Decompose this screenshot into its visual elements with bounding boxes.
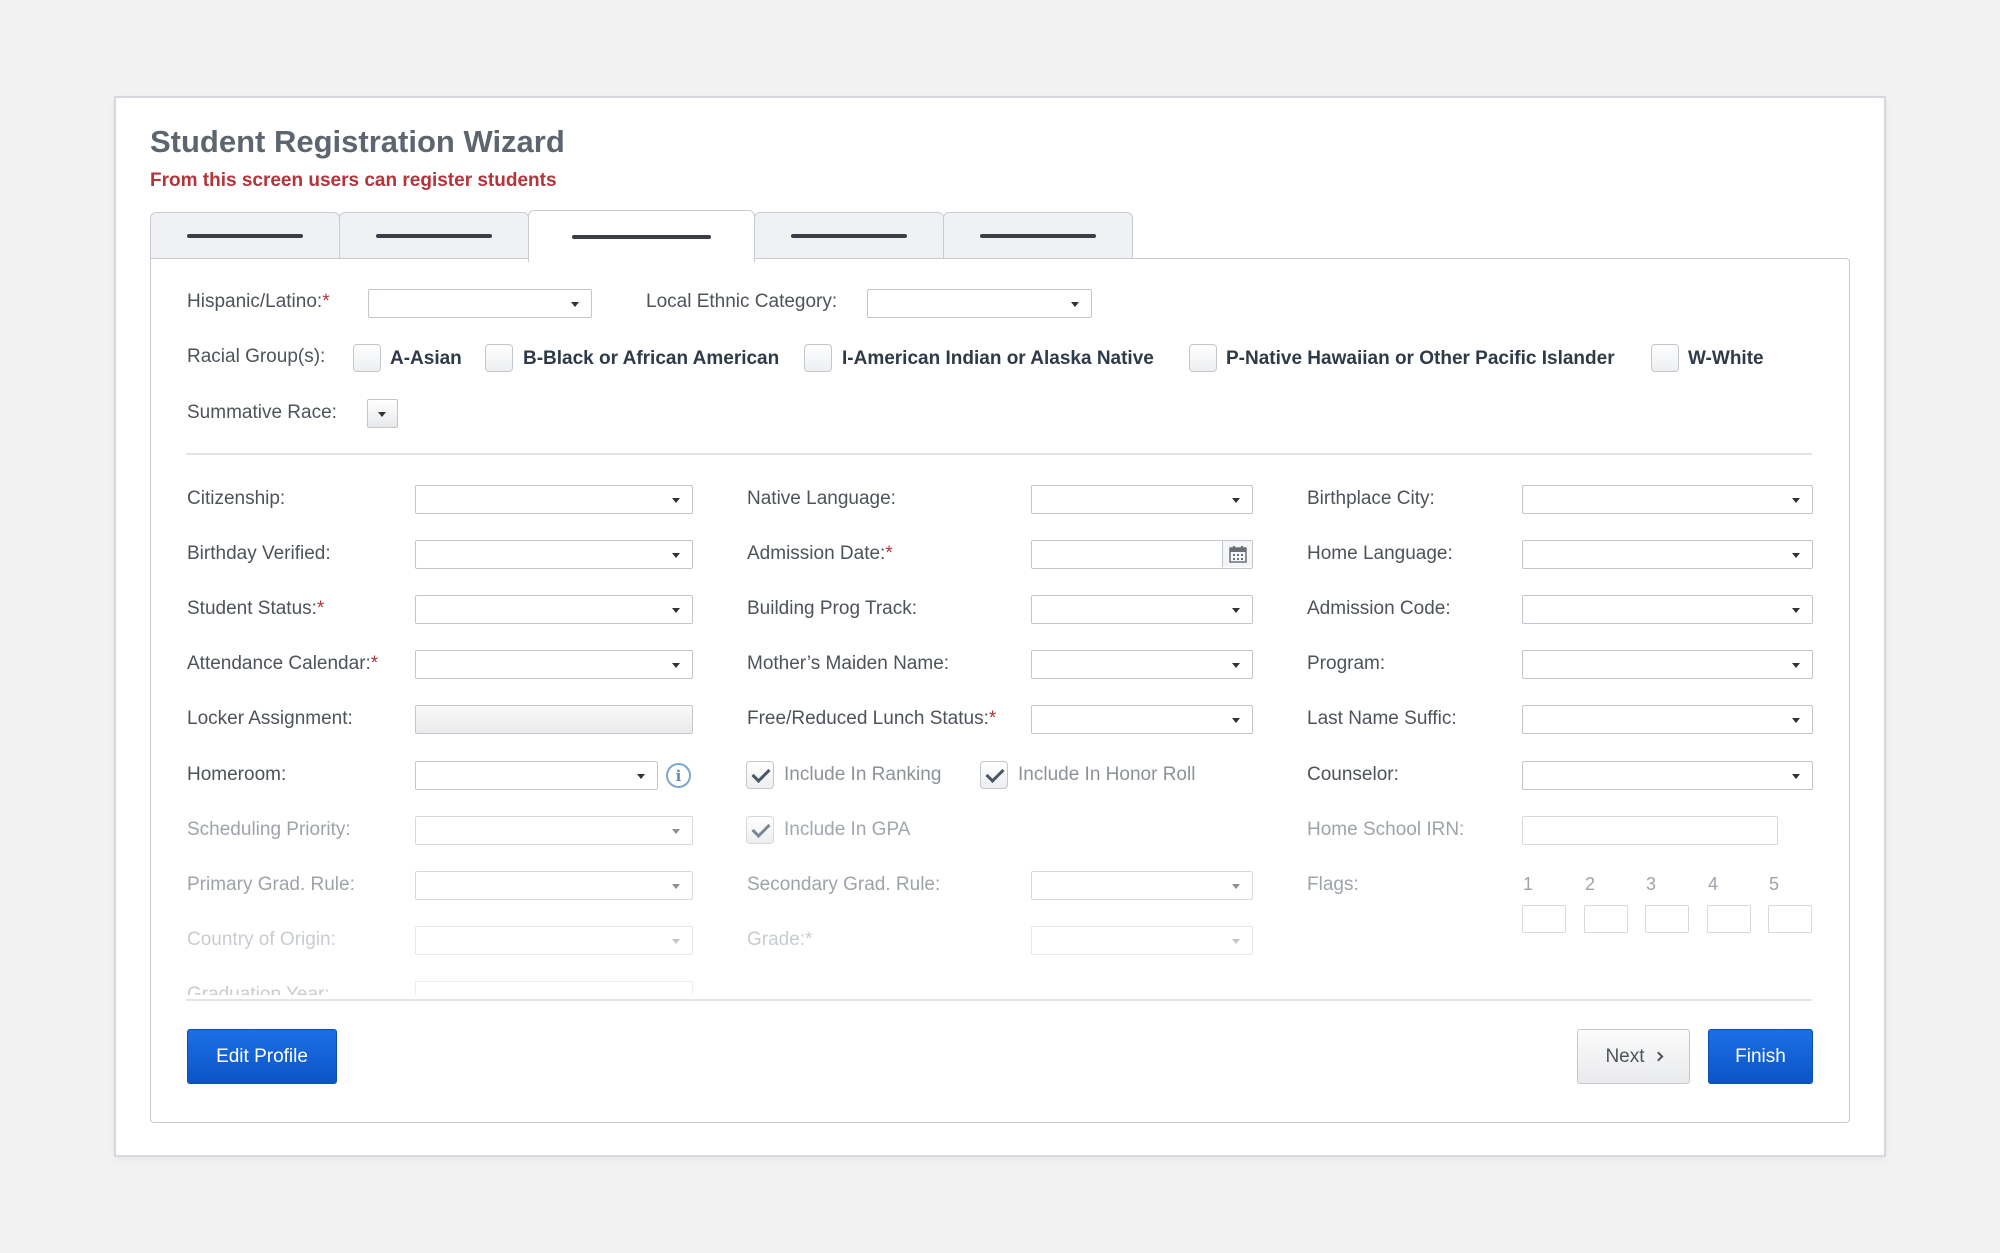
free-reduced-lunch-label: Free/Reduced Lunch Status:* [747,708,997,729]
racial-white-checkbox[interactable] [1651,344,1679,372]
admission-code-label: Admission Code: [1307,598,1451,619]
racial-asian-label: A-Asian [390,348,462,369]
home-language-select[interactable] [1522,540,1813,569]
admission-date-label: Admission Date:* [747,543,893,564]
include-in-ranking-label: Include In Ranking [784,764,942,785]
scheduling-priority-select[interactable] [415,816,693,845]
edit-profile-button[interactable]: Edit Profile [187,1029,337,1084]
flag-3-input[interactable] [1645,905,1689,933]
primary-grad-rule-label: Primary Grad. Rule: [187,874,355,895]
footer-divider [186,999,1812,1001]
flag-2-number: 2 [1585,874,1596,894]
secondary-grad-rule-select[interactable] [1031,871,1253,900]
racial-american-indian-label: I-American Indian or Alaska Native [842,348,1154,369]
racial-asian-checkbox[interactable] [353,344,381,372]
admission-code-select[interactable] [1522,595,1813,624]
last-name-suffic-label: Last Name Suffic: [1307,708,1457,729]
counselor-select[interactable] [1522,761,1813,790]
include-in-honor-roll-checkbox[interactable] [980,761,1008,789]
include-in-gpa-checkbox[interactable] [746,816,774,844]
student-status-select[interactable] [415,595,693,624]
hispanic-latino-label: Hispanic/Latino:* [187,291,330,312]
locker-assignment-field[interactable] [415,705,693,734]
grade-select[interactable] [1031,926,1253,955]
mothers-maiden-name-label: Mother’s Maiden Name: [747,653,950,674]
primary-grad-rule-select[interactable] [415,871,693,900]
last-name-suffic-select[interactable] [1522,705,1813,734]
include-in-gpa-label: Include In GPA [784,819,911,840]
racial-pacific-islander-checkbox[interactable] [1189,344,1217,372]
racial-white-label: W-White [1688,348,1764,369]
summative-race-label: Summative Race: [187,402,337,423]
racial-pacific-islander-label: P-Native Hawaiian or Other Pacific Islan… [1226,348,1615,369]
include-in-ranking-checkbox[interactable] [746,761,774,789]
program-select[interactable] [1522,650,1813,679]
flag-1-number: 1 [1523,874,1534,894]
birthday-verified-label: Birthday Verified: [187,543,331,564]
next-button-label: Next [1605,1045,1645,1067]
finish-button[interactable]: Finish [1708,1029,1813,1084]
free-reduced-lunch-select[interactable] [1031,705,1253,734]
homeroom-label: Homeroom: [187,764,287,785]
country-of-origin-label: Country of Origin: [187,929,336,950]
citizenship-select[interactable] [415,485,693,514]
attendance-calendar-select[interactable] [415,650,693,679]
include-in-honor-roll-label: Include In Honor Roll [1018,764,1196,785]
flag-5-input[interactable] [1768,905,1812,933]
mothers-maiden-name-select[interactable] [1031,650,1253,679]
birthplace-city-label: Birthplace City: [1307,488,1435,509]
racial-black-checkbox[interactable] [485,344,513,372]
scheduling-priority-label: Scheduling Priority: [187,819,351,840]
next-button[interactable]: Next [1577,1029,1690,1084]
flags-label: Flags: [1307,874,1359,895]
info-icon[interactable]: i [666,763,691,788]
racial-groups-label: Racial Group(s): [187,346,326,367]
birthplace-city-select[interactable] [1522,485,1813,514]
local-ethnic-category-select[interactable] [867,289,1092,318]
grade-label: Grade:* [747,929,813,950]
program-label: Program: [1307,653,1386,674]
birthday-verified-select[interactable] [415,540,693,569]
building-prog-track-label: Building Prog Track: [747,598,918,619]
summative-race-select[interactable] [367,399,398,428]
counselor-label: Counselor: [1307,764,1399,785]
flag-2-input[interactable] [1584,905,1628,933]
local-ethnic-category-label: Local Ethnic Category: [646,291,838,312]
home-language-label: Home Language: [1307,543,1453,564]
native-language-select[interactable] [1031,485,1253,514]
homeroom-select[interactable] [415,761,658,790]
home-school-irn-label: Home School IRN: [1307,819,1465,840]
section-divider [186,453,1812,455]
flag-3-number: 3 [1646,874,1657,894]
attendance-calendar-label: Attendance Calendar:* [187,653,379,674]
graduation-year-select[interactable] [415,981,693,995]
building-prog-track-select[interactable] [1031,595,1253,624]
admission-date-input[interactable] [1031,540,1253,569]
flag-4-number: 4 [1708,874,1719,894]
student-status-label: Student Status:* [187,598,325,619]
hispanic-latino-select[interactable] [368,289,592,318]
citizenship-label: Citizenship: [187,488,286,509]
racial-black-label: B-Black or African American [523,348,780,369]
graduation-year-label: Graduation Year: [187,984,330,995]
calendar-icon[interactable] [1222,541,1252,567]
flag-1-input[interactable] [1522,905,1566,933]
home-school-irn-input[interactable] [1522,816,1778,845]
flag-5-number: 5 [1769,874,1780,894]
country-of-origin-select[interactable] [415,926,693,955]
locker-assignment-label: Locker Assignment: [187,708,353,729]
chevron-right-icon [1653,1051,1663,1062]
racial-american-indian-checkbox[interactable] [804,344,832,372]
native-language-label: Native Language: [747,488,896,509]
flag-4-input[interactable] [1707,905,1751,933]
secondary-grad-rule-label: Secondary Grad. Rule: [747,874,941,895]
